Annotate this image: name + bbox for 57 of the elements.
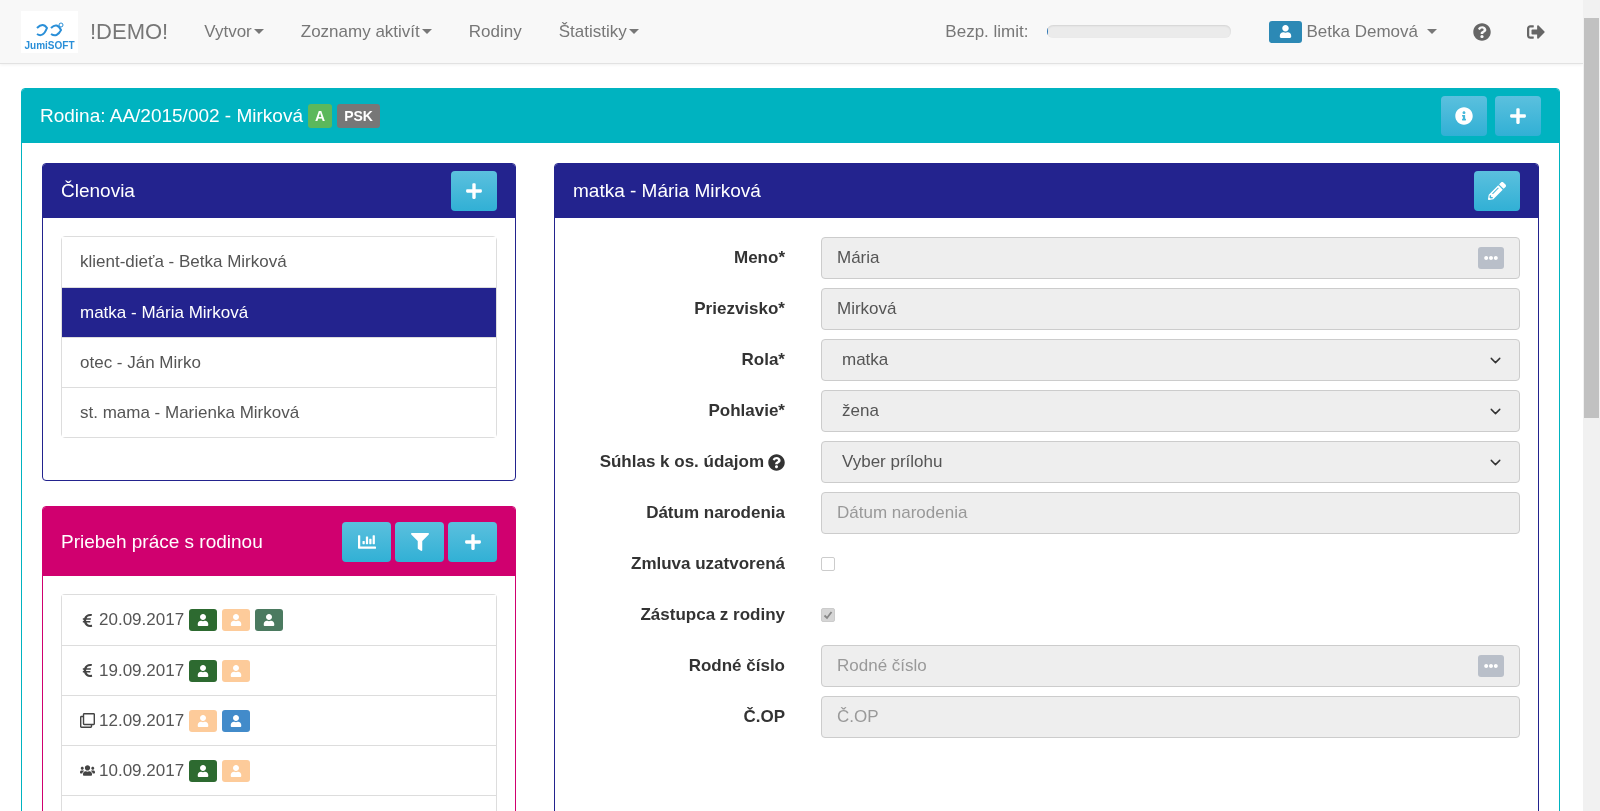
- chart-button[interactable]: [342, 521, 391, 562]
- logout-icon[interactable]: [1527, 22, 1545, 41]
- help-icon[interactable]: [1473, 22, 1491, 41]
- select-field[interactable]: matka: [821, 339, 1520, 381]
- checkbox[interactable]: [821, 608, 835, 622]
- field-label: Pohlavie*: [708, 401, 785, 421]
- filter-icon: [410, 532, 429, 551]
- tag: PSK: [337, 104, 380, 128]
- field-label: Č.OP: [743, 707, 785, 727]
- member-list-item[interactable]: st. mama - Marienka Mirková: [62, 387, 496, 437]
- scrollbar[interactable]: [1583, 0, 1600, 811]
- checkbox[interactable]: [821, 557, 835, 571]
- logo[interactable]: JumiSOFT: [21, 10, 78, 53]
- panel-title: Priebeh práce s rodinou: [61, 530, 264, 553]
- nav-menu-item[interactable]: Vytvor: [204, 21, 264, 42]
- family-title: Rodina: AA/2015/002 - Mirková: [40, 105, 303, 127]
- select-field[interactable]: Vyber prílohu: [821, 441, 1520, 483]
- bar-chart-icon: [357, 532, 376, 551]
- field-label: Priezvisko*: [694, 299, 785, 319]
- tag: A: [308, 104, 333, 128]
- field-label: Rodné číslo: [688, 656, 785, 676]
- field-label: Zmluva uzatvorená: [631, 554, 785, 574]
- ellipsis-icon[interactable]: [1478, 655, 1504, 677]
- panel-title: Členovia: [61, 180, 136, 202]
- brand-title[interactable]: !DEMO!: [90, 18, 169, 45]
- plus-icon: [465, 182, 483, 200]
- plus-icon: [1509, 107, 1527, 125]
- field-label: Zástupca z rodiny: [640, 605, 785, 625]
- users-icon: [80, 763, 95, 778]
- plus-icon: [463, 532, 482, 551]
- pencil-icon: [1488, 182, 1506, 200]
- select-field[interactable]: žena: [821, 390, 1520, 432]
- edit-button[interactable]: [1474, 171, 1520, 211]
- add-button[interactable]: [451, 171, 497, 211]
- field-label: Súhlas k os. údajom: [599, 452, 764, 472]
- user-icon: [1278, 25, 1292, 38]
- limit-label: Bezp. limit:: [945, 21, 1029, 42]
- copy-icon: [80, 713, 95, 728]
- ellipsis-icon[interactable]: [1478, 247, 1504, 269]
- input-field[interactable]: Mirková: [821, 288, 1520, 330]
- field-label: Dátum narodenia: [646, 503, 785, 523]
- add-button[interactable]: [1495, 96, 1541, 136]
- field-label: Rola*: [741, 350, 785, 370]
- panel-title: matka - Mária Mirková: [573, 180, 762, 202]
- input-field[interactable]: Mária: [821, 237, 1520, 279]
- member-list-item[interactable]: matka - Mária Mirková: [62, 287, 496, 337]
- filter-button[interactable]: [395, 521, 444, 562]
- euro-icon: [80, 612, 95, 628]
- field-label: Meno*: [734, 248, 785, 268]
- nav-menu-item[interactable]: Štatistiky: [558, 21, 639, 42]
- nav-menu-item[interactable]: Zoznamy aktivít: [300, 21, 432, 42]
- info-button[interactable]: [1441, 96, 1487, 136]
- user-menu[interactable]: Betka Demová: [1268, 20, 1437, 43]
- nav-menu-item[interactable]: Rodiny: [468, 21, 522, 42]
- info-icon: [1455, 107, 1473, 125]
- add-button[interactable]: [448, 521, 497, 562]
- euro-icon: [80, 663, 95, 678]
